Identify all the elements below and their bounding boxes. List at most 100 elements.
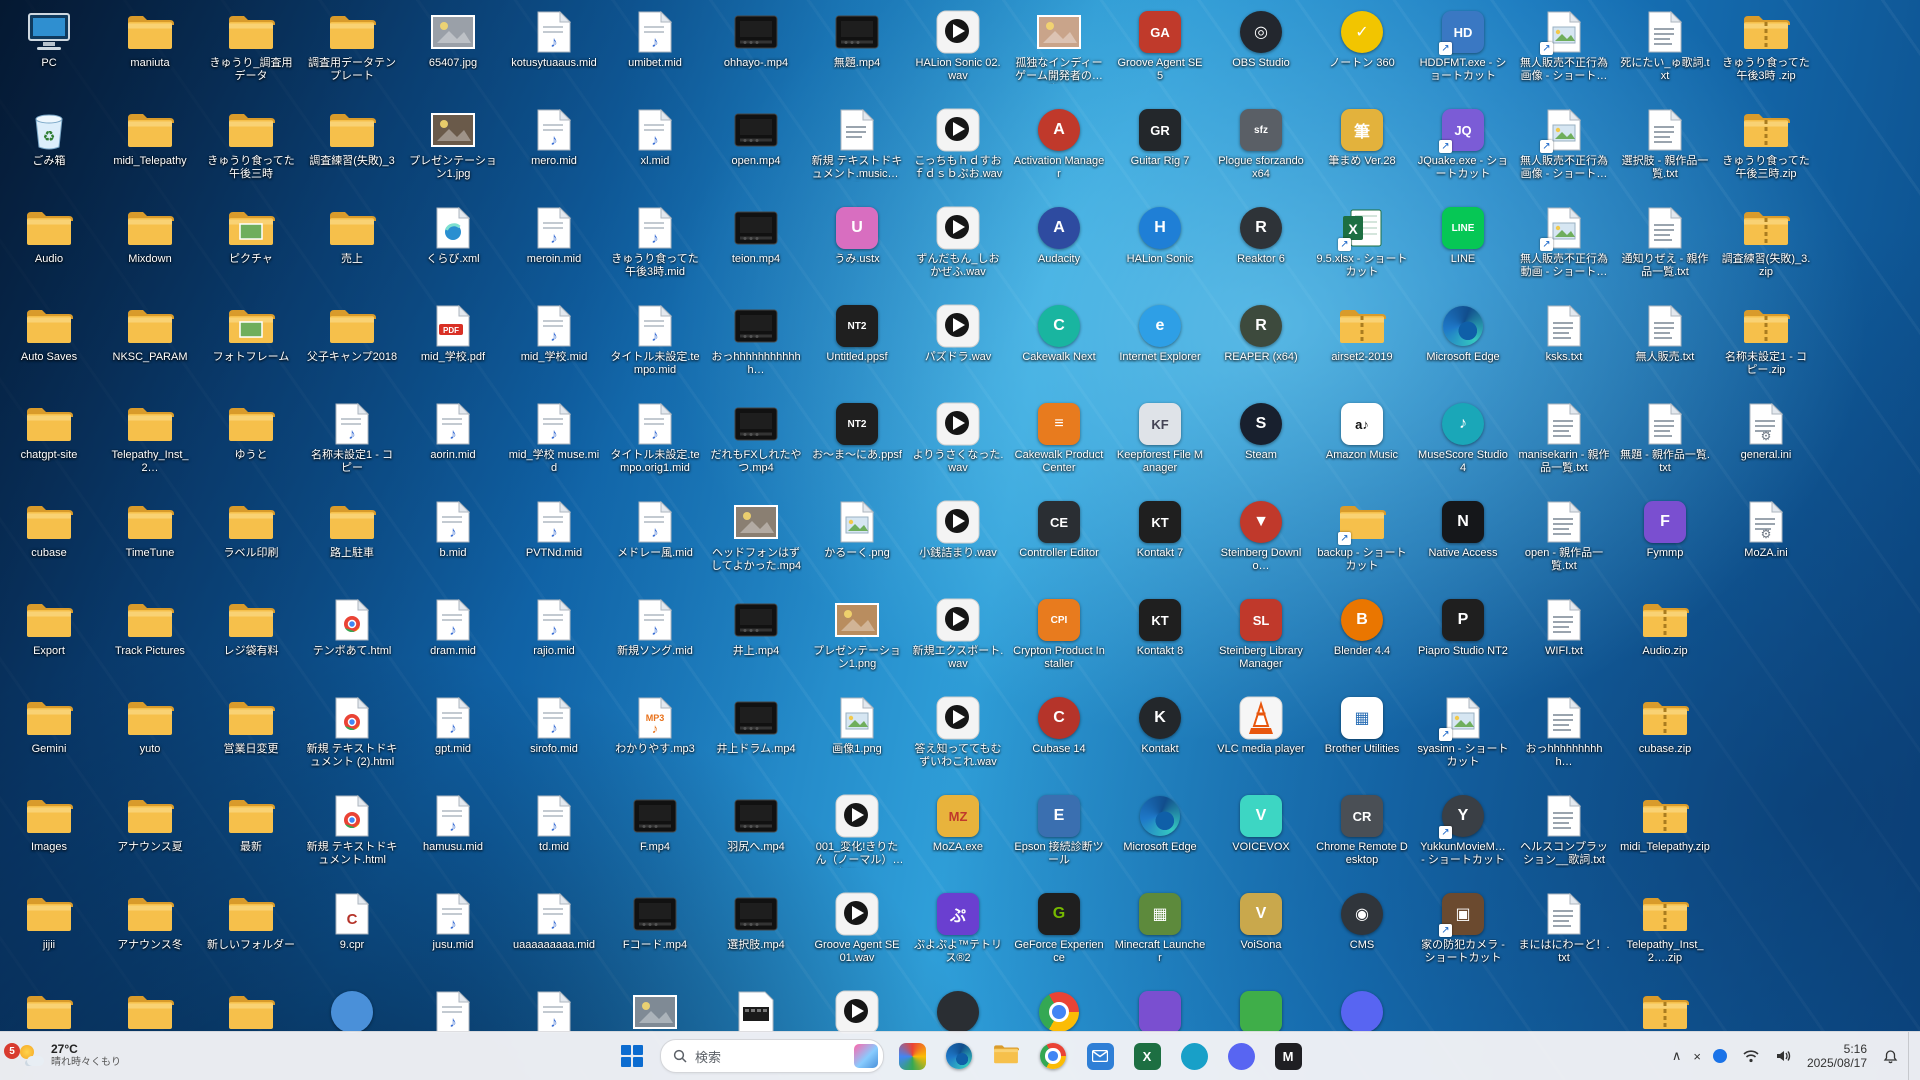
- desktop-icon[interactable]: GRGuitar Rig 7: [1114, 106, 1206, 168]
- taskbar-app-google-chrome[interactable]: [1034, 1037, 1072, 1075]
- desktop-icon[interactable]: Microsoft Edge: [1114, 792, 1206, 854]
- desktop-icon[interactable]: Track Pictures: [104, 596, 196, 658]
- desktop-icon[interactable]: NT2お〜ま〜にあ.ppsf: [811, 400, 903, 462]
- desktop-icon[interactable]: まにはにわーど！.txt: [1518, 890, 1610, 966]
- bluetooth-device-icon[interactable]: [1707, 1038, 1733, 1074]
- desktop-icon[interactable]: アナウンス冬: [104, 890, 196, 952]
- desktop-icon[interactable]: ▼Steinberg Downlo…: [1215, 498, 1307, 574]
- desktop-icon[interactable]: ♪meroin.mid: [508, 204, 600, 266]
- desktop-icon[interactable]: eInternet Explorer: [1114, 302, 1206, 364]
- weather-widget[interactable]: 5 27°C 晴れ時々くもり: [10, 1039, 131, 1072]
- desktop-icon[interactable]: ♪きゅうり食ってた午後3時.mid: [609, 204, 701, 280]
- desktop-icon[interactable]: Uうみ.ustx: [811, 204, 903, 266]
- desktop-icon[interactable]: [811, 988, 903, 1037]
- desktop-icon[interactable]: 新しいフォルダー: [205, 890, 297, 952]
- desktop-icon[interactable]: ♪: [508, 988, 600, 1037]
- chevron-up-icon[interactable]: ∧: [1666, 1038, 1688, 1074]
- desktop-icon[interactable]: manisekarin - 親作品一覧.txt: [1518, 400, 1610, 476]
- desktop-icon[interactable]: くらび.xml: [407, 204, 499, 266]
- desktop-icon[interactable]: パズドラ.wav: [912, 302, 1004, 364]
- desktop-icon[interactable]: ♪MuseScore Studio 4: [1417, 400, 1509, 476]
- desktop-icon[interactable]: HALion Sonic 02.wav: [912, 8, 1004, 84]
- desktop-icon[interactable]: 井上ドラム.mp4: [710, 694, 802, 756]
- desktop-icon[interactable]: レジ袋有料: [205, 596, 297, 658]
- desktop-icon[interactable]: ♪jusu.mid: [407, 890, 499, 952]
- desktop-icon[interactable]: BBlender 4.4: [1316, 596, 1408, 658]
- desktop-icon[interactable]: KKontakt: [1114, 694, 1206, 756]
- desktop-icon[interactable]: ⚙MoZA.ini: [1720, 498, 1812, 560]
- desktop-icon[interactable]: 無題 - 親作品一覧.txt: [1619, 400, 1711, 476]
- desktop-icon[interactable]: ♪: [407, 988, 499, 1037]
- desktop-icon[interactable]: ↗syasinn - ショートカット: [1417, 694, 1509, 770]
- desktop-icon[interactable]: 通知りぜえ - 親作品一覧.txt: [1619, 204, 1711, 280]
- desktop-icon[interactable]: MP3♪わかりやす.mp3: [609, 694, 701, 756]
- desktop-icon[interactable]: Microsoft Edge: [1417, 302, 1509, 364]
- desktop-icon[interactable]: jijii: [3, 890, 95, 952]
- desktop-icon[interactable]: ♻ごみ箱: [3, 106, 95, 168]
- desktop-icon[interactable]: 小銭詰まり.wav: [912, 498, 1004, 560]
- desktop-icon[interactable]: airset2-2019: [1316, 302, 1408, 364]
- desktop-icon[interactable]: [1215, 988, 1307, 1037]
- desktop-icon[interactable]: ♪b.mid: [407, 498, 499, 560]
- desktop-icon[interactable]: GGeForce Experience: [1013, 890, 1105, 966]
- desktop-icon[interactable]: きゅうり食ってた午後三時.zip: [1720, 106, 1812, 182]
- desktop-icon[interactable]: ohhayo-.mp4: [710, 8, 802, 70]
- desktop-icon[interactable]: RReaktor 6: [1215, 204, 1307, 266]
- desktop-icon[interactable]: MZMoZA.exe: [912, 792, 1004, 854]
- desktop-icon[interactable]: プレゼンテーション1.png: [811, 596, 903, 672]
- desktop-icon[interactable]: ♪hamusu.mid: [407, 792, 499, 854]
- desktop-icon[interactable]: CEController Editor: [1013, 498, 1105, 560]
- desktop-icon[interactable]: 新規 テキストドキュメント.musicxml: [811, 106, 903, 182]
- desktop-icon[interactable]: JQ↗JQuake.exe - ショートカット: [1417, 106, 1509, 182]
- desktop-icon[interactable]: [1316, 988, 1408, 1037]
- desktop-icon[interactable]: ≡Cakewalk Product Center: [1013, 400, 1105, 476]
- desktop-icon[interactable]: 孤独なインディーゲーム開発者の一生…: [1013, 8, 1105, 84]
- taskbar-app-mail-app[interactable]: [1081, 1037, 1119, 1075]
- desktop-icon[interactable]: HD↗HDDFMT.exe - ショートカット: [1417, 8, 1509, 84]
- desktop-icon[interactable]: VLC media player: [1215, 694, 1307, 756]
- desktop-icon[interactable]: KTKontakt 8: [1114, 596, 1206, 658]
- desktop-icon[interactable]: 死にたい_ゅ歌詞.txt: [1619, 8, 1711, 84]
- wifi-icon[interactable]: [1737, 1038, 1765, 1074]
- desktop-icon[interactable]: 調査練習(失敗)_3.zip: [1720, 204, 1812, 280]
- desktop-icon[interactable]: ⚙general.ini: [1720, 400, 1812, 462]
- desktop-icon[interactable]: Auto Saves: [3, 302, 95, 364]
- desktop-icon[interactable]: 路上駐車: [306, 498, 398, 560]
- desktop-icon[interactable]: C9.cpr: [306, 890, 398, 952]
- desktop-icon[interactable]: teion.mp4: [710, 204, 802, 266]
- desktop-icon[interactable]: open.mp4: [710, 106, 802, 168]
- desktop-icon[interactable]: CRChrome Remote Desktop: [1316, 792, 1408, 868]
- desktop-icon[interactable]: chatgpt-site: [3, 400, 95, 462]
- desktop-icon[interactable]: sfzPlogue sforzando x64: [1215, 106, 1307, 182]
- desktop-icon[interactable]: きゅうり食ってた午後三時: [205, 106, 297, 182]
- desktop-icon[interactable]: [1114, 988, 1206, 1037]
- desktop-icon[interactable]: ♪aorin.mid: [407, 400, 499, 462]
- desktop-icon[interactable]: 画像1.png: [811, 694, 903, 756]
- desktop-icon[interactable]: 無題.mp4: [811, 8, 903, 70]
- desktop-icon[interactable]: テンポあて.html: [306, 596, 398, 658]
- desktop-icon[interactable]: 父子キャンプ2018: [306, 302, 398, 364]
- taskbar-app-camera-app[interactable]: [1175, 1037, 1213, 1075]
- desktop-icon[interactable]: HHALion Sonic: [1114, 204, 1206, 266]
- desktop-icon[interactable]: ぷぷよぷよ™テトリス®2: [912, 890, 1004, 966]
- desktop-icon[interactable]: ラベル印刷: [205, 498, 297, 560]
- desktop-icon[interactable]: ksks.txt: [1518, 302, 1610, 364]
- desktop-icon[interactable]: Images: [3, 792, 95, 854]
- desktop-icon[interactable]: ↗無人販売不正行為画像 - ショートカット: [1518, 106, 1610, 182]
- desktop-icon[interactable]: ヘルスコンプラッション__歌詞.txt: [1518, 792, 1610, 868]
- desktop-icon[interactable]: ♪mero.mid: [508, 106, 600, 168]
- desktop-icon[interactable]: Telepathy_Inst_2….zip: [1619, 890, 1711, 966]
- desktop-icon[interactable]: 調査練習(失敗)_3: [306, 106, 398, 168]
- desktop-icon[interactable]: ♪dram.mid: [407, 596, 499, 658]
- desktop-icon[interactable]: 65407.jpg: [407, 8, 499, 70]
- desktop-icon[interactable]: VVoiSona: [1215, 890, 1307, 952]
- desktop-icon[interactable]: ♪gpt.mid: [407, 694, 499, 756]
- desktop-icon[interactable]: 筆筆まめ Ver.28: [1316, 106, 1408, 168]
- show-desktop-button[interactable]: [1908, 1032, 1914, 1080]
- desktop-icon[interactable]: ピクチャ: [205, 204, 297, 266]
- desktop-icon[interactable]: ♪xl.mid: [609, 106, 701, 168]
- notification-center-icon[interactable]: [1877, 1038, 1904, 1074]
- desktop-icon[interactable]: yuto: [104, 694, 196, 756]
- desktop-icon[interactable]: AAudacity: [1013, 204, 1105, 266]
- desktop-icon[interactable]: ♪mid_学校.mid: [508, 302, 600, 364]
